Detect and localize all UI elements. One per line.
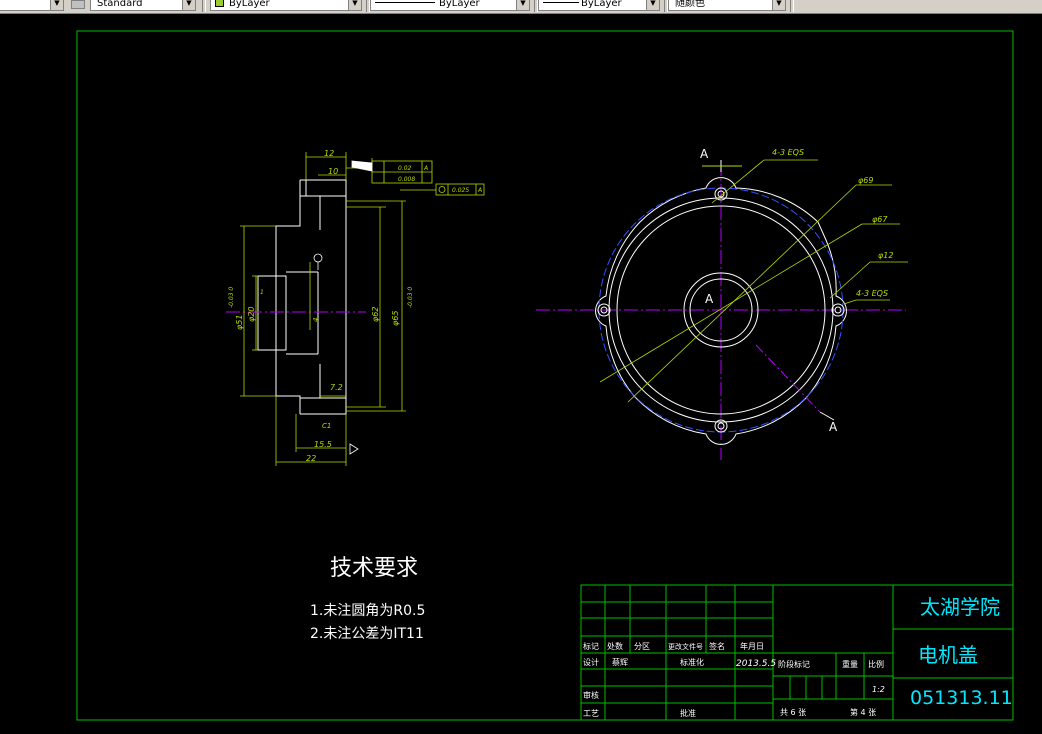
tb-part-name: 电机盖 (918, 643, 978, 667)
tb-process: 工艺 (583, 709, 599, 718)
datum-ref-2: A (477, 187, 482, 194)
tb-review: 审核 (583, 690, 599, 700)
part-outline (300, 179, 347, 415)
tb-count: 处数 (607, 641, 623, 651)
tb-sign: 签名 (709, 641, 725, 651)
dim-phi20: φ20 (247, 307, 256, 322)
tb-zone: 分区 (634, 642, 650, 651)
tb-design: 设计 (583, 657, 599, 667)
lineweight-combo[interactable]: ByLayer ▼ (538, 0, 660, 11)
plot-style-value: 随颜色 (675, 0, 705, 9)
tech-req-item-1: 1.未注圆角为R0.5 (310, 603, 426, 619)
plot-style-combo[interactable]: 随颜色 ▼ (668, 0, 786, 11)
dim-22: 22 (306, 454, 316, 463)
dim-4: 4 (312, 318, 320, 322)
text-style-combo[interactable]: Standard ▼ (90, 0, 196, 11)
sheet-border (76, 30, 1014, 721)
dim-phi65: φ65 (391, 311, 400, 326)
separator (790, 0, 794, 12)
separator (202, 0, 206, 12)
dim-15-5: 15.5 (314, 440, 332, 449)
chevron-down-icon[interactable]: ▼ (516, 0, 529, 10)
drawing-canvas[interactable]: 12 10 0.02 0.008 A 0.025 A 7.2 15.5 22 1… (0, 14, 1042, 734)
tol-value-1: 0.02 (398, 165, 412, 172)
dim-phi51: φ51 (235, 315, 244, 330)
dim-c1: C1 (322, 422, 331, 430)
tb-stage-mark: 阶段标记 (778, 659, 810, 669)
properties-toolbar: ▼ Standard ▼ ByLayer ▼ ByLayer ▼ ByLayer… (0, 0, 1042, 14)
tb-design-date: 2013.5.5 (736, 659, 776, 669)
datum-ref-1: A (423, 165, 428, 172)
text-style-icon[interactable] (71, 0, 85, 9)
dim-phi67: φ67 (872, 215, 888, 224)
dim-phi69: φ69 (858, 176, 873, 185)
linetype-preview (375, 2, 435, 3)
text-style-value: Standard (97, 0, 143, 9)
tb-scale: 比例 (868, 659, 884, 669)
tb-weight: 重量 (842, 659, 858, 669)
hole-callout-right: 4-3 EQS (856, 289, 888, 298)
dim-7-2: 7.2 (330, 383, 343, 392)
dim-1: 1 (260, 289, 264, 296)
section-label-a-top: A (700, 147, 709, 161)
tb-sheet-no: 第 4 张 (850, 707, 876, 717)
tb-change-doc: 更改文件号 (668, 642, 703, 651)
tb-mark: 标记 (583, 641, 599, 651)
tol-value-2: 0.008 (398, 176, 415, 183)
dim-10: 10 (328, 167, 338, 176)
text-style-prefix-combo[interactable]: ▼ (0, 0, 64, 11)
tb-drawing-no: 051313.11 (910, 687, 1013, 709)
lineweight-value: ByLayer (581, 0, 622, 9)
section-label-a-center: A (705, 292, 714, 306)
section-label-a-bottom: A (829, 420, 838, 434)
tb-date: 年月日 (740, 641, 764, 651)
dim-12: 12 (324, 149, 334, 158)
dim-phi62: φ62 (371, 307, 380, 322)
color-swatch-icon (215, 0, 224, 7)
tech-req-title: 技术要求 (330, 556, 419, 581)
chevron-down-icon[interactable]: ▼ (50, 0, 63, 10)
lineweight-preview (543, 2, 579, 3)
dim-phi12: φ12 (878, 251, 893, 260)
tb-school: 太湖学院 (920, 595, 1000, 619)
layer-color-combo[interactable]: ByLayer ▼ (210, 0, 362, 11)
tb-scale-value: 1:2 (872, 685, 885, 694)
chevron-down-icon[interactable]: ▼ (182, 0, 195, 10)
leader-lines (599, 159, 908, 403)
concentric-value: 0.025 (452, 187, 469, 194)
layer-color-value: ByLayer (229, 0, 270, 9)
linetype-value: ByLayer (439, 0, 480, 9)
tb-standardize: 标准化 (680, 657, 704, 667)
linetype-combo[interactable]: ByLayer ▼ (370, 0, 530, 11)
chevron-down-icon[interactable]: ▼ (646, 0, 659, 10)
section-view (257, 179, 347, 415)
tb-total-sheets: 共 6 张 (780, 708, 806, 717)
tech-req-item-2: 2.未注公差为IT11 (310, 626, 424, 642)
dimension-lines (240, 152, 436, 466)
chevron-down-icon[interactable]: ▼ (772, 0, 785, 10)
dim-phi65-tol: -0.03 0 (407, 287, 414, 308)
surface-finish-icon (313, 253, 359, 455)
end-view (536, 160, 906, 460)
dim-phi51-tol: -0.03 0 (228, 287, 235, 308)
tb-designer: 蔡辉 (612, 657, 628, 667)
tb-approve: 批准 (680, 708, 696, 718)
hole-callout-top: 4-3 EQS (772, 148, 804, 157)
chevron-down-icon[interactable]: ▼ (348, 0, 361, 10)
